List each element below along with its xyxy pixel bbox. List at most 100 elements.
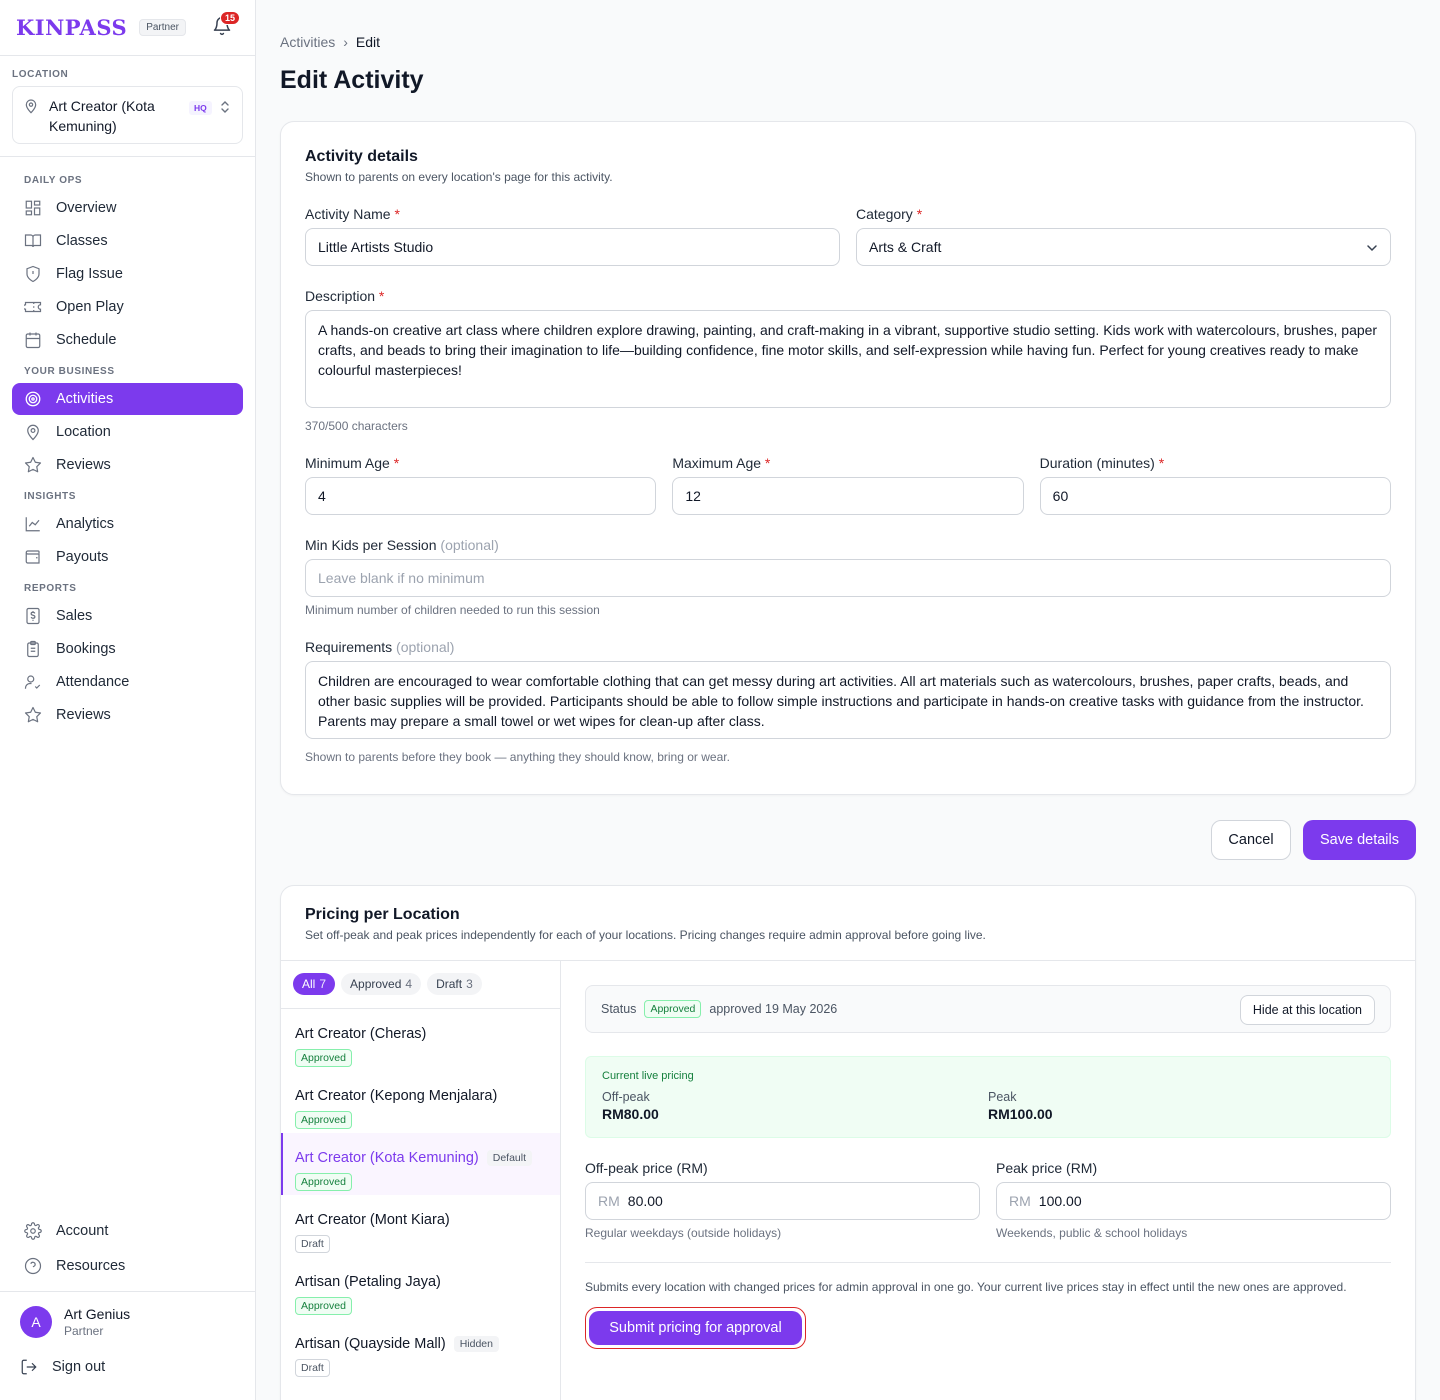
requirements-textarea[interactable]: Children are encouraged to wear comforta…: [305, 661, 1391, 739]
save-details-button[interactable]: Save details: [1303, 820, 1416, 860]
breadcrumb: Activities › Edit: [280, 34, 1416, 50]
nav-item-reviews[interactable]: Reviews: [12, 449, 243, 481]
duration-label: Duration (minutes) *: [1039, 455, 1165, 471]
pricing-subtitle: Set off-peak and peak prices independent…: [305, 928, 986, 942]
partner-pill: Partner: [139, 19, 186, 36]
user-name: Art Genius: [64, 1306, 131, 1322]
requirements-label: Requirements (optional): [305, 639, 455, 655]
offpeak-hint: Regular weekdays (outside holidays): [585, 1226, 782, 1240]
filter-chip-approved[interactable]: Approved 4: [341, 973, 422, 995]
min-kids-hint: Minimum number of children needed to run…: [305, 603, 600, 617]
submit-pricing-button[interactable]: Submit pricing for approval: [589, 1311, 802, 1345]
nav-label: Overview: [56, 200, 117, 216]
location-switcher[interactable]: Art Creator (Kota Kemuning) HQ: [12, 86, 243, 144]
nav-label: Reviews: [56, 457, 111, 473]
sign-out-button[interactable]: Sign out: [20, 1358, 235, 1376]
duration-input[interactable]: 60: [1039, 477, 1391, 515]
live-pricing-title: Current live pricing: [602, 1070, 694, 1082]
nav-label: Schedule: [56, 332, 117, 348]
nav-label: Resources: [56, 1258, 126, 1274]
app-root: KINPASS Partner 15 LOCATION Art Creator …: [0, 0, 1440, 1400]
status-badge: Approved: [295, 1049, 352, 1067]
offpeak-price-label: Off-peak price (RM): [585, 1160, 708, 1176]
nav-item-payouts[interactable]: Payouts: [12, 541, 243, 573]
nav-item-reviews-report[interactable]: Reviews: [12, 699, 243, 731]
sidebar: KINPASS Partner 15 LOCATION Art Creator …: [0, 0, 256, 1400]
category-select[interactable]: Arts & Craft: [856, 228, 1391, 266]
filter-chip-draft[interactable]: Draft 3: [427, 973, 482, 995]
pricing-location-item[interactable]: Art Creator (Mont Kiara) Draft: [281, 1195, 560, 1257]
nav-item-sales[interactable]: Sales: [12, 600, 243, 632]
pricing-location-item[interactable]: Artisan (Quayside Mall) Hidden Draft: [281, 1319, 560, 1381]
hidden-tag: Hidden: [453, 1336, 499, 1352]
status-badge: Draft: [295, 1359, 330, 1377]
pricing-location-item-selected[interactable]: Art Creator (Kota Kemuning) Default Appro…: [281, 1133, 560, 1195]
details-actions: Cancel Save details: [280, 820, 1416, 860]
peak-hint: Weekends, public & school holidays: [996, 1226, 1188, 1240]
peak-price-label: Peak price (RM): [996, 1160, 1098, 1176]
submit-highlight: Submit pricing for approval: [585, 1307, 806, 1349]
status-date: approved 19 May 2026: [709, 1002, 838, 1016]
nav-item-open-play[interactable]: Open Play: [12, 291, 243, 323]
cancel-button[interactable]: Cancel: [1211, 820, 1291, 860]
min-kids-input[interactable]: Leave blank if no minimum: [305, 559, 1391, 597]
star-icon: [24, 456, 42, 473]
breadcrumb-activities-link[interactable]: Activities: [280, 34, 335, 50]
nav-label: Bookings: [56, 641, 116, 657]
user-check-icon: [24, 675, 41, 689]
min-age-input[interactable]: 4: [305, 477, 657, 515]
activity-name-input[interactable]: Little Artists Studio: [305, 228, 840, 266]
nav-label: Account: [56, 1223, 109, 1239]
wallet-icon: [25, 550, 40, 564]
nav-item-activities[interactable]: Activities: [12, 383, 243, 415]
map-pin-icon: [27, 424, 39, 441]
user-row[interactable]: A Art Genius Partner: [20, 1306, 235, 1338]
pricing-location-item[interactable]: Artisan (Petaling Jaya) Approved: [281, 1257, 560, 1319]
star-icon: [24, 706, 42, 723]
nav-item-bookings[interactable]: Bookings: [12, 633, 243, 665]
chevron-down-icon: [1367, 245, 1377, 252]
status-filter-chips: All 7 Approved 4 Draft 3: [281, 961, 560, 1009]
location-label: LOCATION: [12, 69, 69, 80]
nav-item-schedule[interactable]: Schedule: [12, 324, 243, 356]
nav-item-classes[interactable]: Classes: [12, 225, 243, 257]
description-label: Description *: [305, 288, 385, 304]
breadcrumb-separator: ›: [343, 34, 348, 50]
requirements-hint: Shown to parents before they book — anyt…: [305, 750, 730, 764]
pricing-location-list: All 7 Approved 4 Draft 3 Art Creator (Chera…: [281, 961, 561, 1400]
nav-label: Flag Issue: [56, 266, 123, 282]
max-age-input[interactable]: 12: [672, 477, 1024, 515]
status-badge: Approved: [295, 1297, 352, 1315]
pricing-location-item[interactable]: Art Creator (Cheras) Approved: [281, 1009, 560, 1071]
peak-price-input[interactable]: RM 100.00: [996, 1182, 1391, 1220]
nav-item-overview[interactable]: Overview: [12, 192, 243, 224]
nav-item-location[interactable]: Location: [12, 416, 243, 448]
pricing-header: Pricing per Location Set off-peak and pe…: [281, 886, 1415, 961]
nav-item-account[interactable]: Account: [12, 1214, 243, 1248]
hide-at-location-button[interactable]: Hide at this location: [1239, 995, 1375, 1025]
live-offpeak-value: RM80.00: [602, 1106, 659, 1122]
current-live-pricing: Current live pricing Off-peak RM80.00 Pe…: [585, 1056, 1391, 1138]
nav-label: Location: [56, 424, 111, 440]
nav-item-attendance[interactable]: Attendance: [12, 666, 243, 698]
filter-chip-all[interactable]: All 7: [293, 973, 336, 995]
status-badge: Approved: [295, 1173, 352, 1191]
nav-label: Activities: [56, 391, 114, 407]
breadcrumb-current: Edit: [355, 34, 381, 50]
kinpass-logo[interactable]: KINPASS: [16, 15, 127, 40]
nav-item-resources[interactable]: Resources: [12, 1249, 243, 1283]
nav-group-insights: INSIGHTS: [24, 491, 77, 502]
min-age-label: Minimum Age *: [305, 455, 400, 471]
pricing-location-detail: Status Approved approved 19 May 2026 Hid…: [561, 961, 1415, 1400]
help-circle-icon: [24, 1257, 42, 1275]
pricing-title: Pricing per Location: [305, 906, 460, 923]
description-textarea[interactable]: A hands-on creative art class where chil…: [305, 310, 1391, 408]
offpeak-price-input[interactable]: RM 80.00: [585, 1182, 980, 1220]
nav-item-analytics[interactable]: Analytics: [12, 508, 243, 540]
status-label: Status: [601, 1002, 637, 1016]
pricing-location-item[interactable]: Art Creator (Kepong Menjalara) Approved: [281, 1071, 560, 1133]
live-peak-label: Peak: [988, 1090, 1017, 1104]
avatar: A: [20, 1306, 52, 1338]
nav-item-flag-issue[interactable]: Flag Issue: [12, 258, 243, 290]
live-peak-value: RM100.00: [988, 1106, 1053, 1122]
